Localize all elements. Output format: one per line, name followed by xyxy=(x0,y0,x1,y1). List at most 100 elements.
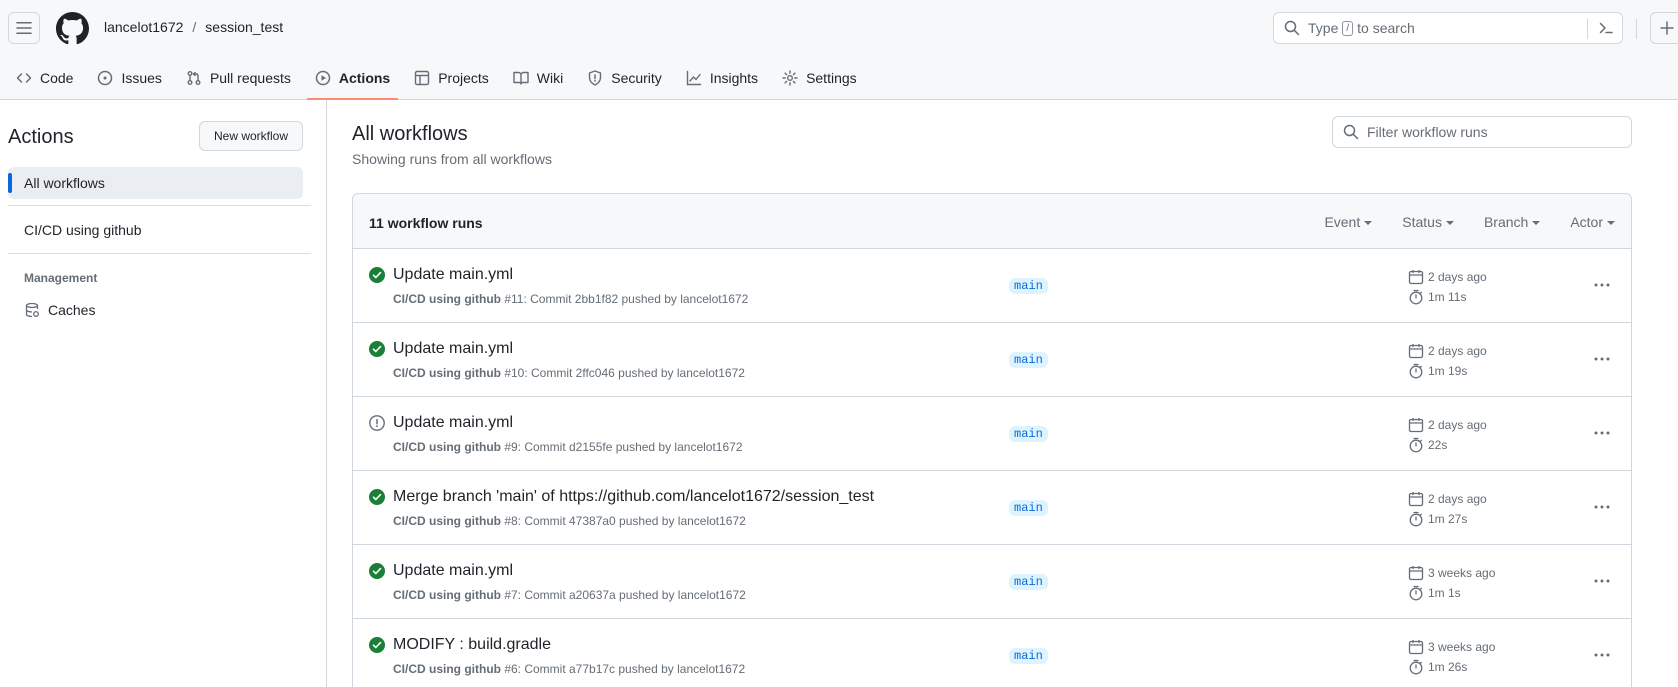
sidebar-divider xyxy=(8,205,311,206)
pull-request-icon xyxy=(187,71,201,85)
tab-insights[interactable]: Insights xyxy=(678,56,766,100)
filter-label: Event xyxy=(1324,214,1361,230)
branch-label[interactable]: main xyxy=(1009,352,1048,368)
book-icon xyxy=(513,71,529,85)
command-palette-button[interactable] xyxy=(1598,20,1614,36)
run-title-link[interactable]: Update main.yml xyxy=(393,340,513,358)
filter-label: Branch xyxy=(1483,214,1529,230)
run-duration-text: 1m 19s xyxy=(1428,364,1468,378)
tab-label: Insights xyxy=(709,70,759,86)
tab-pull-requests[interactable]: Pull requests xyxy=(178,56,299,100)
tab-wiki[interactable]: Wiki xyxy=(505,56,571,100)
check-circle-icon xyxy=(369,489,385,505)
global-search[interactable]: Type / to search xyxy=(1273,12,1623,44)
workflow-run-row[interactable]: Update main.yml CI/CD using github #10: … xyxy=(353,323,1631,397)
run-actions-button[interactable] xyxy=(1593,351,1611,367)
stopwatch-icon xyxy=(1409,659,1423,675)
branch-label[interactable]: main xyxy=(1009,426,1048,442)
run-title-link[interactable]: Update main.yml xyxy=(393,562,513,580)
run-date: 3 weeks ago xyxy=(1408,639,1495,655)
runs-list-header: 11 workflow runs Event Status Branch Act… xyxy=(353,194,1631,249)
run-meta: CI/CD using github #6: Commit a77b17c pu… xyxy=(393,662,745,676)
run-duration-text: 1m 26s xyxy=(1428,660,1468,674)
tab-code[interactable]: Code xyxy=(8,56,81,100)
sidebar-item-label: All workflows xyxy=(24,175,105,191)
breadcrumb: lancelot1672 / session_test xyxy=(104,19,283,35)
calendar-icon xyxy=(1408,640,1424,655)
stopwatch-icon xyxy=(1409,511,1423,527)
filter-label: Status xyxy=(1402,214,1442,230)
run-actions-button[interactable] xyxy=(1593,647,1611,663)
run-duration-text: 1m 1s xyxy=(1428,586,1461,600)
sidebar-divider xyxy=(8,253,311,254)
filter-workflow-runs-input[interactable]: Filter workflow runs xyxy=(1332,116,1632,148)
run-actions-button[interactable] xyxy=(1593,277,1611,293)
filter-branch-dropdown[interactable]: Branch xyxy=(1483,214,1541,230)
run-date-text: 2 days ago xyxy=(1428,344,1487,358)
kebab-horizontal-icon xyxy=(1594,431,1610,435)
branch-label[interactable]: main xyxy=(1009,648,1048,664)
kebab-horizontal-icon xyxy=(1594,579,1610,583)
tab-projects[interactable]: Projects xyxy=(406,56,497,100)
run-workflow-name: CI/CD using github xyxy=(393,588,501,602)
workflow-run-row[interactable]: Update main.yml CI/CD using github #11: … xyxy=(353,249,1631,323)
run-duration-text: 22s xyxy=(1428,438,1448,452)
create-new-button[interactable] xyxy=(1650,12,1678,44)
run-title-link[interactable]: Update main.yml xyxy=(393,414,513,432)
run-actions-button[interactable] xyxy=(1593,573,1611,589)
tab-issues[interactable]: Issues xyxy=(89,56,169,100)
sidebar-item-label: CI/CD using github xyxy=(24,222,142,238)
plus-icon xyxy=(1660,21,1674,35)
run-date: 3 weeks ago xyxy=(1408,565,1495,581)
terminal-icon xyxy=(1599,22,1613,34)
workflow-run-row[interactable]: Update main.yml CI/CD using github #9: C… xyxy=(353,397,1631,471)
new-workflow-button[interactable]: New workflow xyxy=(199,121,303,151)
run-detail: #8: Commit 47387a0 pushed by lancelot167… xyxy=(504,514,746,528)
check-circle-icon xyxy=(369,267,385,283)
issue-icon xyxy=(98,70,113,86)
github-logo-icon[interactable] xyxy=(56,12,89,45)
run-workflow-name: CI/CD using github xyxy=(393,440,501,454)
branch-label[interactable]: main xyxy=(1009,278,1048,294)
branch-label[interactable]: main xyxy=(1009,500,1048,516)
menu-button[interactable] xyxy=(8,12,40,44)
tab-settings[interactable]: Settings xyxy=(774,56,865,100)
run-detail: #7: Commit a20637a pushed by lancelot167… xyxy=(504,588,746,602)
tab-security[interactable]: Security xyxy=(579,56,670,100)
sidebar-item-cicd-workflow[interactable]: CI/CD using github xyxy=(8,214,303,246)
app-header: lancelot1672 / session_test Type / to se… xyxy=(0,0,1678,100)
stopwatch-icon xyxy=(1409,585,1423,601)
tab-actions[interactable]: Actions xyxy=(306,56,399,100)
filter-status-dropdown[interactable]: Status xyxy=(1402,214,1454,230)
run-actions-button[interactable] xyxy=(1593,499,1611,515)
repo-owner-link[interactable]: lancelot1672 xyxy=(104,19,183,35)
sidebar-item-all-workflows[interactable]: All workflows xyxy=(8,167,303,199)
run-title-link[interactable]: Update main.yml xyxy=(393,266,513,284)
workflow-run-row[interactable]: Update main.yml CI/CD using github #7: C… xyxy=(353,545,1631,619)
repo-tabs: Code Issues Pull requests Actions Projec… xyxy=(0,56,873,100)
filter-actor-dropdown[interactable]: Actor xyxy=(1570,214,1615,230)
run-duration-text: 1m 27s xyxy=(1428,512,1468,526)
branch-label[interactable]: main xyxy=(1009,574,1048,590)
kebab-horizontal-icon xyxy=(1594,653,1610,657)
run-duration: 1m 26s xyxy=(1408,659,1467,675)
sidebar-item-caches[interactable]: Caches xyxy=(24,302,95,318)
calendar-icon xyxy=(1408,270,1424,285)
run-detail: #9: Commit d2155fe pushed by lancelot167… xyxy=(504,440,743,454)
run-detail: #10: Commit 2ffc046 pushed by lancelot16… xyxy=(504,366,745,380)
sidebar-item-label: Caches xyxy=(48,302,96,318)
runs-count: 11 workflow runs xyxy=(369,215,483,231)
run-actions-button[interactable] xyxy=(1593,425,1611,441)
workflow-run-row[interactable]: Merge branch 'main' of https://github.co… xyxy=(353,471,1631,545)
search-icon xyxy=(1284,20,1300,36)
tab-label: Projects xyxy=(438,70,489,86)
workflow-run-row[interactable]: MODIFY : build.gradle CI/CD using github… xyxy=(353,619,1631,687)
calendar-icon xyxy=(1408,418,1424,433)
repo-name-link[interactable]: session_test xyxy=(205,19,283,35)
table-icon xyxy=(415,70,430,86)
filter-event-dropdown[interactable]: Event xyxy=(1324,214,1373,230)
run-title-link[interactable]: MODIFY : build.gradle xyxy=(393,636,551,654)
play-icon xyxy=(315,70,331,86)
run-title-link[interactable]: Merge branch 'main' of https://github.co… xyxy=(393,488,874,506)
gear-icon xyxy=(782,70,798,86)
